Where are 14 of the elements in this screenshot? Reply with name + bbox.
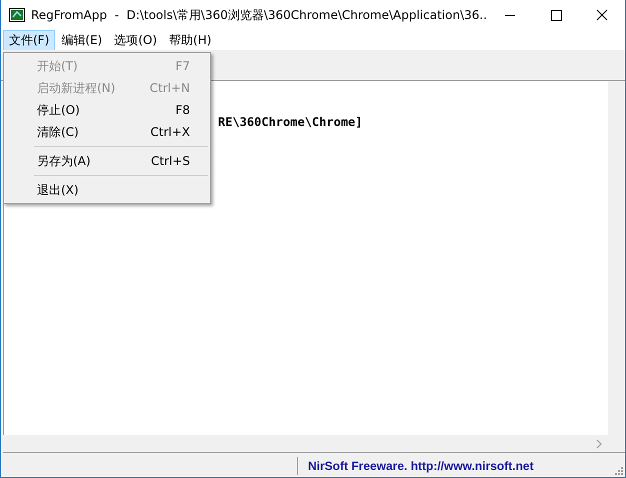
menu-item[interactable]: 清除(C) Ctrl+X: [4, 121, 210, 143]
menu-item[interactable]: 文件(F): [3, 30, 56, 50]
menu-item[interactable]: 退出(X): [4, 179, 210, 201]
status-text: NirSoft Freeware. http://www.nirsoft.net: [307, 459, 535, 473]
vertical-scrollbar[interactable]: [608, 81, 625, 435]
menu-item[interactable]: 帮助(H): [163, 30, 218, 50]
menu-item[interactable]: 选项(O): [108, 30, 164, 50]
log-line: RE\360Chrome\Chrome]: [217, 115, 364, 129]
menu-item[interactable]: 编辑(E): [55, 30, 108, 50]
resize-grip-icon[interactable]: [613, 465, 623, 475]
app-icon: [9, 8, 25, 22]
menu-item[interactable]: 另存为(A) Ctrl+S: [4, 150, 210, 172]
window-title: RegFromApp - D:\tools\常用\360浏览器\360Chrome\Chrome\Application\36...: [31, 6, 487, 24]
menu-item[interactable]: 停止(O) F8: [4, 99, 210, 121]
